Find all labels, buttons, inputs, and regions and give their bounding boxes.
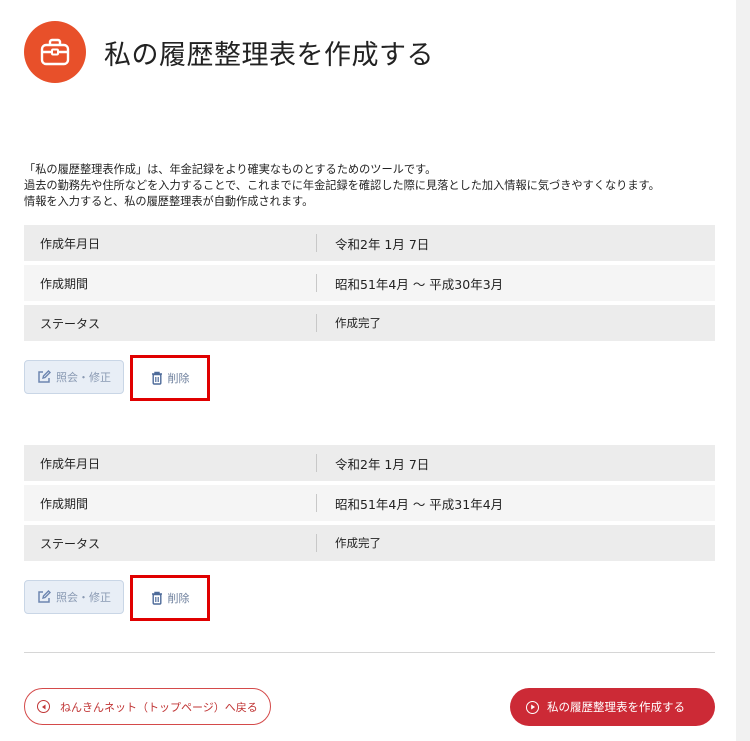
intro-line: 「私の履歴整理表作成」は、年金記録をより確実なものとするためのツールです。 xyxy=(24,163,437,176)
back-to-top-button[interactable]: ねんきんネット（トップページ）へ戻る xyxy=(24,688,271,725)
status-row: ステータス 作成完了 xyxy=(24,305,715,341)
history-record: 作成年月日 令和2年 1月 7日 作成期間 昭和51年4月 ～ 平成31年4月 … xyxy=(24,445,715,621)
created-date-label: 作成年月日 xyxy=(40,456,101,471)
status-value: 作成完了 xyxy=(335,316,381,330)
toolbox-icon xyxy=(24,21,86,83)
created-date-row: 作成年月日 令和2年 1月 7日 xyxy=(24,225,715,261)
record-actions: 照会・修正 削除 xyxy=(24,575,715,621)
created-date-label: 作成年月日 xyxy=(40,236,101,251)
status-row: ステータス 作成完了 xyxy=(24,525,715,561)
edit-button-label: 照会・修正 xyxy=(56,371,111,384)
period-row: 作成期間 昭和51年4月 ～ 平成30年3月 xyxy=(24,265,715,301)
edit-icon xyxy=(38,590,51,603)
period-label: 作成期間 xyxy=(40,496,89,511)
created-date-value: 令和2年 1月 7日 xyxy=(335,236,430,252)
delete-button[interactable]: 削除 xyxy=(151,583,190,613)
delete-button[interactable]: 削除 xyxy=(151,363,190,393)
edit-button[interactable]: 照会・修正 xyxy=(24,580,124,614)
delete-button-label: 削除 xyxy=(167,372,190,385)
delete-button-label: 削除 xyxy=(167,592,190,605)
page-title: 私の履歴整理表を作成する xyxy=(104,39,434,71)
play-circle-icon xyxy=(526,700,539,714)
page-scroll-gutter xyxy=(736,0,750,741)
status-value: 作成完了 xyxy=(335,536,381,550)
edit-button-label: 照会・修正 xyxy=(56,591,111,604)
delete-highlight: 削除 xyxy=(130,355,210,401)
intro-line: 過去の勤務先や住所などを入力することで、これまでに年金記録を確認した際に見落とし… xyxy=(24,179,660,192)
trash-icon xyxy=(151,591,162,605)
create-button-label: 私の履歴整理表を作成する xyxy=(547,700,685,714)
period-value: 昭和51年4月 ～ 平成30年3月 xyxy=(335,276,504,292)
chevron-left-circle-icon xyxy=(37,700,50,713)
intro-line: 情報を入力すると、私の履歴整理表が自動作成されます。 xyxy=(24,195,314,208)
page-header: 私の履歴整理表を作成する xyxy=(24,20,434,84)
back-button-label: ねんきんネット（トップページ）へ戻る xyxy=(60,700,258,714)
trash-icon xyxy=(151,371,162,385)
create-history-button[interactable]: 私の履歴整理表を作成する xyxy=(510,688,715,726)
status-label: ステータス xyxy=(40,536,101,551)
period-row: 作成期間 昭和51年4月 ～ 平成31年4月 xyxy=(24,485,715,521)
period-value: 昭和51年4月 ～ 平成31年4月 xyxy=(335,496,504,512)
history-record: 作成年月日 令和2年 1月 7日 作成期間 昭和51年4月 ～ 平成30年3月 … xyxy=(24,225,715,401)
edit-icon xyxy=(38,370,51,383)
intro-text: 「私の履歴整理表作成」は、年金記録をより確実なものとするためのツールです。 過去… xyxy=(24,162,724,210)
created-date-value: 令和2年 1月 7日 xyxy=(335,456,430,472)
edit-button[interactable]: 照会・修正 xyxy=(24,360,124,394)
record-actions: 照会・修正 削除 xyxy=(24,355,715,401)
period-label: 作成期間 xyxy=(40,276,89,291)
delete-highlight: 削除 xyxy=(130,575,210,621)
created-date-row: 作成年月日 令和2年 1月 7日 xyxy=(24,445,715,481)
status-label: ステータス xyxy=(40,316,101,331)
section-divider xyxy=(24,652,715,653)
